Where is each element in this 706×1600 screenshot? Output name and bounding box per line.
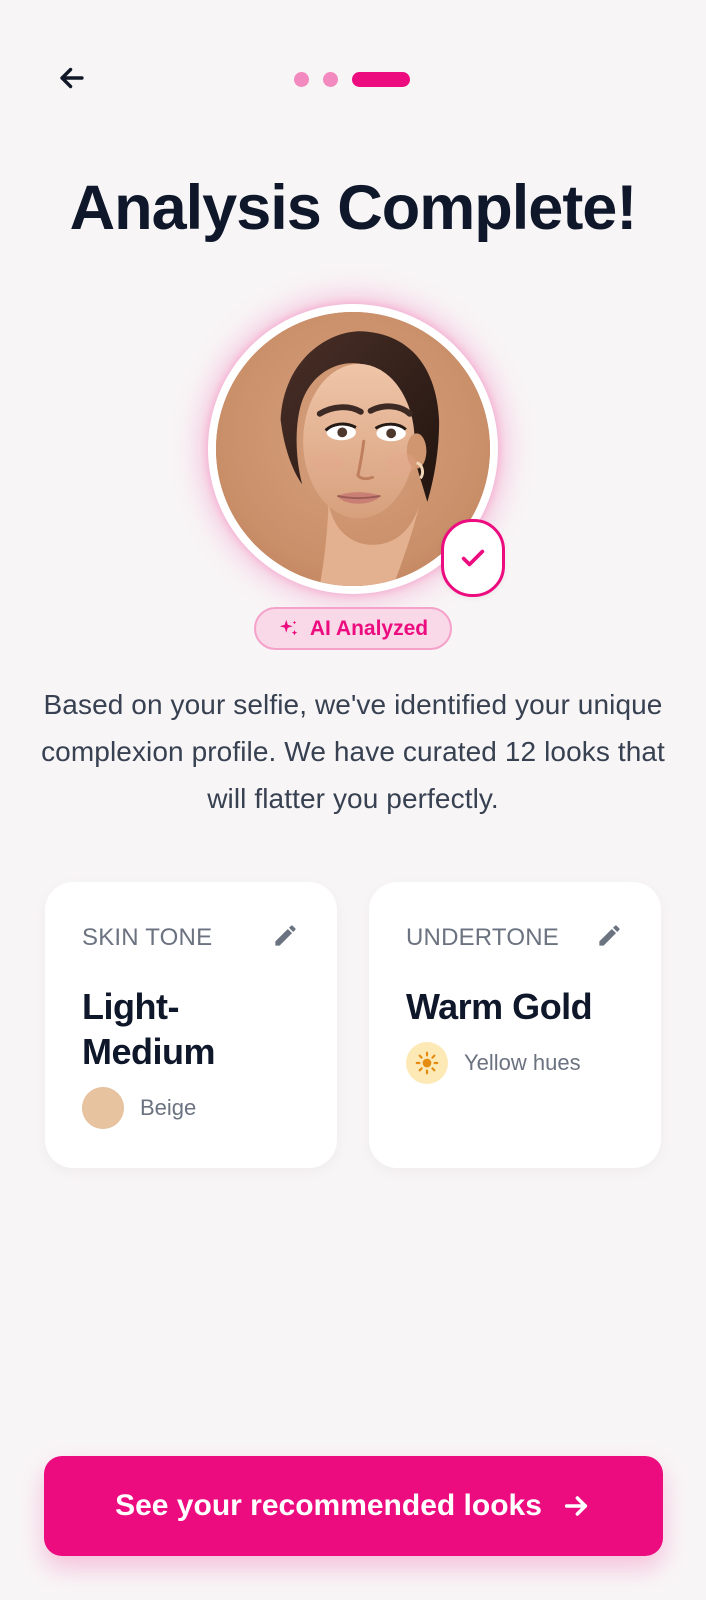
sparkle-icon: [279, 619, 298, 635]
undertone-detail-row: Yellow hues: [406, 1042, 581, 1084]
progress-step-1: [294, 72, 309, 87]
beige-swatch: [82, 1087, 124, 1129]
undertone-card: UNDERTONE Warm Gold Yellow hues: [369, 882, 661, 1168]
ai-analyzed-label: AI Analyzed: [309, 616, 429, 640]
sun-icon: [415, 1051, 439, 1075]
skin-tone-label: SKIN TONE: [82, 924, 213, 951]
arrow-right-icon: [564, 1496, 587, 1516]
see-recommended-looks-button[interactable]: See your recommended looks: [44, 1456, 663, 1556]
check-icon: [461, 549, 485, 567]
analysis-description: Based on your selfie, we've identified y…: [41, 689, 665, 814]
edit-undertone-button[interactable]: [594, 920, 624, 950]
undertone-sub-label: Yellow hues: [464, 1050, 581, 1075]
back-arrow-icon: [60, 67, 84, 89]
verified-badge: [441, 519, 505, 597]
analysis-complete-screen: Analysis Complete! AI Analyzed Based on …: [0, 0, 706, 1600]
ai-analyzed-pill: AI Analyzed: [254, 607, 452, 650]
progress-step-2: [323, 72, 338, 87]
undertone-label: UNDERTONE: [406, 924, 559, 951]
skin-tone-sub-label: Beige: [140, 1095, 197, 1120]
pencil-icon: [598, 924, 620, 946]
undertone-value: Warm Gold: [406, 986, 593, 1027]
back-button[interactable]: [52, 58, 92, 98]
edit-skin-tone-button[interactable]: [270, 920, 300, 950]
complexion-cards: SKIN TONE Light-Medium Beige UNDERTONE W…: [45, 882, 661, 1168]
skin-tone-card: SKIN TONE Light-Medium Beige: [45, 882, 337, 1168]
skin-tone-swatch-row: Beige: [82, 1087, 196, 1129]
pencil-icon: [274, 924, 296, 946]
page-title: Analysis Complete!: [69, 173, 638, 243]
skin-tone-value: Light-Medium: [82, 986, 216, 1072]
sun-icon-badge: [406, 1042, 448, 1084]
step-progress-indicator: [294, 72, 410, 87]
progress-step-3-active: [352, 72, 410, 87]
cta-label: See your recommended looks: [115, 1489, 542, 1522]
